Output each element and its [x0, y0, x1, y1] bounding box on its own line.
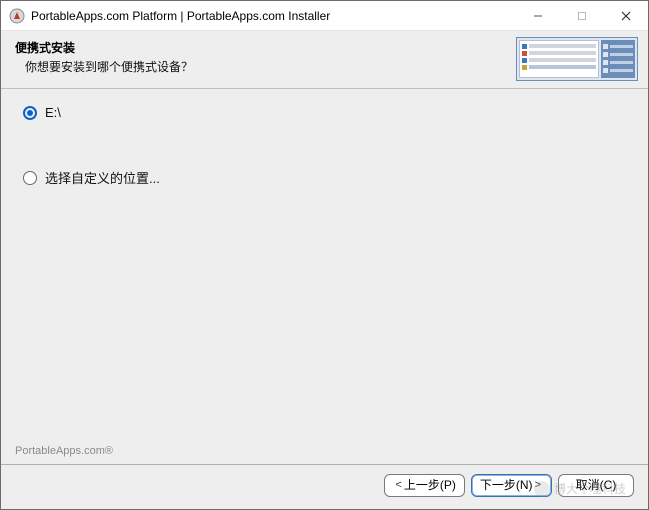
installer-window: PortableApps.com Platform | PortableApps… [0, 0, 649, 510]
radio-drive-label: E:\ [45, 105, 61, 120]
button-bar: < 上一步(P) 下一步(N) > 取消(C) [384, 474, 634, 497]
header-subtitle: 你想要安装到哪个便携式设备？ [15, 58, 516, 75]
footer-divider [1, 464, 648, 465]
app-icon [9, 8, 25, 24]
radio-drive-row[interactable]: E:\ [23, 105, 626, 120]
chevron-left-icon: < [395, 477, 401, 493]
footer-brand: PortableApps.com® [15, 445, 113, 457]
back-button[interactable]: < 上一步(P) [384, 474, 464, 497]
radio-custom-row[interactable]: 选择自定义的位置... [23, 168, 626, 187]
cancel-button-label: 取消(C) [576, 477, 617, 493]
next-button[interactable]: 下一步(N) > [471, 474, 552, 497]
window-controls [516, 1, 648, 30]
header-image [516, 37, 638, 81]
radio-drive-icon [23, 106, 37, 120]
header-text: 便携式安装 你想要安装到哪个便携式设备？ [15, 37, 516, 75]
radio-custom-label: 选择自定义的位置... [45, 168, 160, 187]
header: 便携式安装 你想要安装到哪个便携式设备？ [1, 31, 648, 89]
window-title: PortableApps.com Platform | PortableApps… [31, 9, 516, 23]
cancel-button[interactable]: 取消(C) [558, 474, 634, 497]
next-button-label: 下一步(N) [480, 477, 533, 493]
content-area: E:\ 选择自定义的位置... PortableApps.com® < 上一步(… [1, 89, 648, 509]
back-button-label: 上一步(P) [404, 477, 456, 493]
maximize-button[interactable] [560, 1, 604, 30]
minimize-button[interactable] [516, 1, 560, 30]
radio-custom-icon [23, 171, 37, 185]
titlebar: PortableApps.com Platform | PortableApps… [1, 1, 648, 31]
close-button[interactable] [604, 1, 648, 30]
header-title: 便携式安装 [15, 39, 516, 56]
chevron-right-icon: > [535, 477, 541, 493]
